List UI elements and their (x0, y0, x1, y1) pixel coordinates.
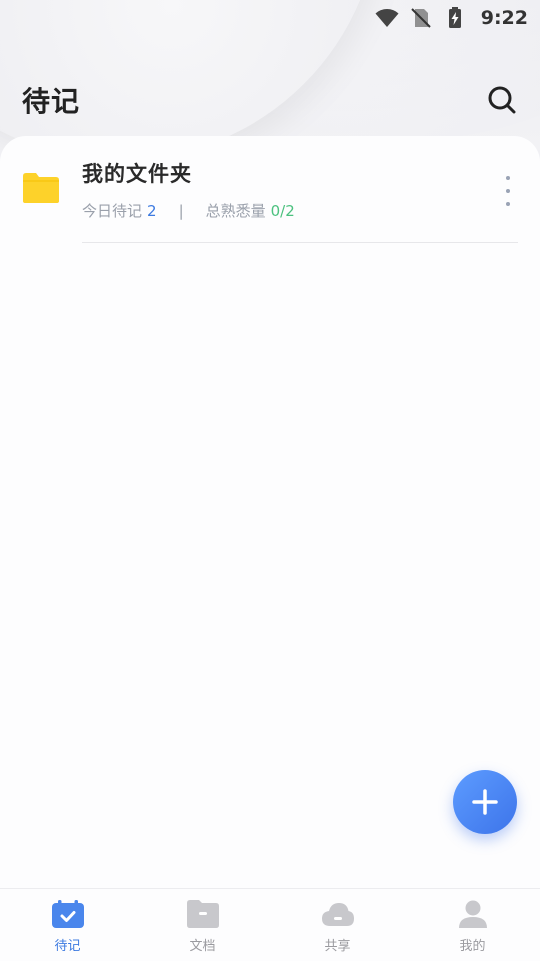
more-dot (506, 189, 510, 193)
status-bar: 9:22 (0, 0, 540, 36)
tab-label: 我的 (459, 939, 486, 954)
folder-icon (23, 173, 59, 203)
folder-item[interactable]: 我的文件夹 今日待记 2 | 总熟悉量 0/2 (0, 136, 540, 244)
row-divider (82, 242, 518, 243)
familiar-count: 0/2 (270, 201, 295, 220)
search-icon (488, 86, 516, 114)
no-sim-icon (411, 8, 431, 28)
wifi-icon (375, 9, 399, 27)
plus-icon (472, 789, 498, 815)
page-title: 待记 (22, 85, 81, 118)
calendar-check-icon (51, 900, 84, 928)
folder-name: 我的文件夹 (82, 162, 192, 186)
folder-stats: 今日待记 2 | 总熟悉量 0/2 (82, 200, 295, 221)
app-header: 待记 (22, 78, 518, 122)
add-button[interactable] (453, 770, 517, 834)
more-dot (506, 176, 510, 180)
familiar-label: 总熟悉量 (205, 202, 266, 220)
more-options-button[interactable] (498, 176, 518, 206)
tab-label: 文档 (189, 939, 216, 954)
cloud-icon (321, 903, 354, 926)
tab-label: 共享 (324, 939, 351, 954)
tab-share[interactable]: 共享 (270, 889, 405, 961)
today-label: 今日待记 (82, 202, 143, 220)
tab-todo[interactable]: 待记 (0, 889, 135, 961)
stats-divider: | (178, 201, 184, 220)
status-time: 9:22 (480, 7, 528, 29)
folder-icon (186, 900, 219, 928)
battery-charging-icon (448, 7, 461, 28)
today-count: 2 (147, 201, 157, 220)
more-dot (506, 202, 510, 206)
tab-label: 待记 (54, 939, 81, 954)
tab-profile[interactable]: 我的 (405, 889, 540, 961)
search-button[interactable] (486, 84, 518, 116)
tab-docs[interactable]: 文档 (135, 889, 270, 961)
user-icon (458, 900, 487, 928)
bottom-tab-bar: 待记 文档 共享 我的 (0, 888, 540, 961)
folder-list: 我的文件夹 今日待记 2 | 总熟悉量 0/2 (0, 136, 540, 888)
